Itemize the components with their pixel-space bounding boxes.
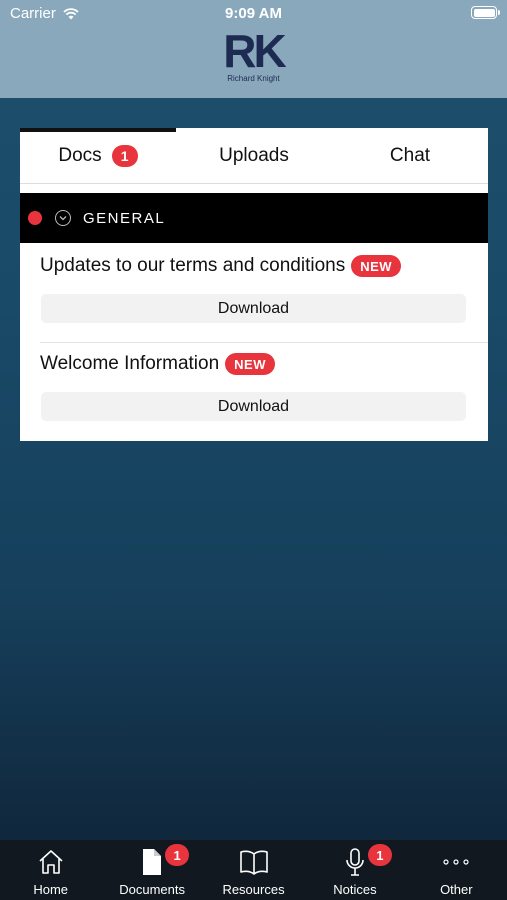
clock: 9:09 AM — [225, 5, 282, 22]
logo-mark: RK — [223, 25, 286, 77]
tab-bar-top: Docs 1 Uploads Chat — [20, 128, 488, 184]
tab-docs[interactable]: Docs 1 — [20, 128, 176, 183]
chevron-down-icon[interactable] — [55, 210, 71, 226]
section-title: GENERAL — [83, 209, 166, 227]
tab-chat-label: Chat — [389, 144, 431, 166]
book-icon — [239, 845, 269, 879]
docs-count-badge: 1 — [111, 144, 138, 167]
tab-uploads-label: Uploads — [219, 144, 289, 166]
tabbar-notices[interactable]: Notices 1 — [304, 840, 405, 900]
documents-card: Docs 1 Uploads Chat GENERAL Updates to o… — [20, 128, 488, 441]
status-bar: Carrier 9:09 AM — [0, 0, 507, 28]
document-title-row: Updates to our terms and conditions NEW — [40, 255, 402, 277]
tab-docs-label: Docs — [58, 144, 102, 166]
tabbar-label: Home — [33, 882, 69, 897]
tabbar-label: Notices — [333, 882, 377, 897]
section-header-general[interactable]: GENERAL — [20, 193, 488, 243]
more-icon — [443, 845, 469, 879]
brand-logo: RK Richard Knight — [0, 26, 507, 83]
tabbar-other[interactable]: Other — [406, 840, 507, 900]
tabbar-label: Resources — [222, 882, 285, 897]
home-icon — [37, 845, 65, 879]
unread-dot — [28, 211, 42, 225]
tabbar-resources[interactable]: Resources — [203, 840, 304, 900]
battery-icon — [471, 6, 500, 19]
document-title: Welcome Information — [40, 353, 220, 374]
download-button[interactable]: Download — [41, 392, 466, 421]
document-title-row: Welcome Information NEW — [40, 353, 276, 375]
microphone-icon — [344, 845, 366, 879]
bottom-tab-bar: Home Documents 1 Resources Notices 1 Oth… — [0, 840, 507, 900]
logo-subtitle: Richard Knight — [227, 74, 280, 83]
tabbar-label: Documents — [119, 882, 185, 897]
new-badge: NEW — [351, 255, 402, 277]
new-badge: NEW — [225, 353, 276, 375]
documents-badge: 1 — [165, 844, 190, 866]
tab-chat[interactable]: Chat — [332, 128, 488, 183]
tabbar-label: Other — [440, 882, 473, 897]
download-button[interactable]: Download — [41, 294, 466, 323]
document-title: Updates to our terms and conditions — [40, 255, 346, 276]
tabbar-home[interactable]: Home — [0, 840, 101, 900]
tabbar-documents[interactable]: Documents 1 — [101, 840, 202, 900]
document-icon — [141, 845, 163, 879]
tab-uploads[interactable]: Uploads — [176, 128, 332, 183]
notices-badge: 1 — [367, 844, 392, 866]
divider — [40, 342, 488, 343]
app-header: Carrier 9:09 AM RK Richard Knight — [0, 0, 507, 98]
